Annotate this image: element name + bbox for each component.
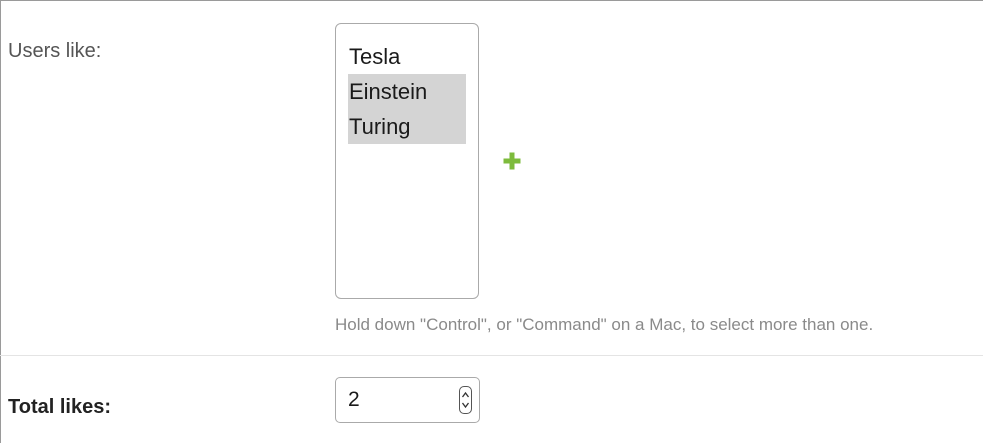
total-likes-input[interactable]: 2 (335, 377, 480, 423)
users-like-multiselect[interactable]: Tesla Einstein Turing (335, 23, 479, 299)
frame-left-border (0, 0, 1, 443)
option-tesla[interactable]: Tesla (348, 39, 466, 74)
total-likes-label: Total likes: (8, 396, 111, 418)
users-like-label: Users like: (8, 40, 102, 62)
option-einstein[interactable]: Einstein (348, 74, 466, 109)
row-divider (0, 355, 983, 356)
help-text: Hold down "Control", or "Command" on a M… (335, 315, 874, 334)
option-turing[interactable]: Turing (348, 109, 466, 144)
total-likes-value: 2 (348, 388, 360, 411)
plus-icon[interactable] (503, 152, 521, 170)
frame-top-border (0, 0, 983, 1)
up-down-arrows-icon[interactable] (459, 386, 472, 414)
